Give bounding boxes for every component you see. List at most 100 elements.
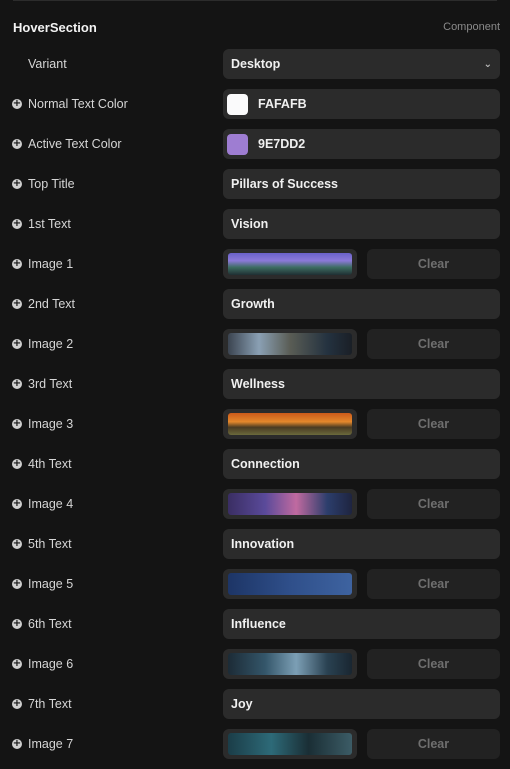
text-value-3: Wellness <box>231 377 285 391</box>
image-thumbnail <box>228 573 352 595</box>
top-title-row: + Top Title Pillars of Success <box>0 169 510 199</box>
text-label-2: 2nd Text <box>28 297 76 311</box>
property-list: Variant Desktop ⌄ + Normal Text Color FA… <box>0 49 510 769</box>
image-label-5: Image 5 <box>28 577 74 591</box>
text-input-1[interactable]: Vision <box>223 209 500 239</box>
plus-circle-icon[interactable]: + <box>12 739 22 749</box>
text-label-3: 3rd Text <box>28 377 73 391</box>
image-row-5: + Image 5 Clear <box>0 569 510 599</box>
top-title-value: Pillars of Success <box>231 177 339 191</box>
image-picker-1[interactable] <box>223 249 357 279</box>
image-row-1: + Image 1 Clear <box>0 249 510 279</box>
top-title-label: Top Title <box>28 177 75 191</box>
image-row-2: + Image 2 Clear <box>0 329 510 359</box>
text-label-4: 4th Text <box>28 457 72 471</box>
image-picker-3[interactable] <box>223 409 357 439</box>
text-row-6: + 6th Text Influence <box>0 609 510 639</box>
chevron-down-icon: ⌄ <box>483 58 492 70</box>
plus-circle-icon[interactable]: + <box>12 699 22 709</box>
top-title-input[interactable]: Pillars of Success <box>223 169 500 199</box>
image-row-3: + Image 3 Clear <box>0 409 510 439</box>
plus-circle-icon[interactable]: + <box>12 99 22 109</box>
clear-button-7[interactable]: Clear <box>367 729 500 759</box>
plus-circle-icon[interactable]: + <box>12 139 22 149</box>
variant-select[interactable]: Desktop ⌄ <box>223 49 500 79</box>
plus-circle-icon[interactable]: + <box>12 499 22 509</box>
color-swatch[interactable] <box>227 133 248 155</box>
plus-circle-icon[interactable]: + <box>12 299 22 309</box>
clear-button-6[interactable]: Clear <box>367 649 500 679</box>
color-swatch[interactable] <box>227 93 248 115</box>
section-title: HoverSection <box>13 19 97 35</box>
active-text-color-label: Active Text Color <box>28 137 122 151</box>
plus-circle-icon[interactable]: + <box>12 339 22 349</box>
text-label-1: 1st Text <box>28 217 71 231</box>
plus-circle-icon[interactable]: + <box>12 219 22 229</box>
image-picker-6[interactable] <box>223 649 357 679</box>
text-value-7: Joy <box>231 697 253 711</box>
text-value-1: Vision <box>231 217 269 231</box>
clear-button-4[interactable]: Clear <box>367 489 500 519</box>
image-label-2: Image 2 <box>28 337 74 351</box>
image-row-7: + Image 7 Clear <box>0 729 510 759</box>
text-input-6[interactable]: Influence <box>223 609 500 639</box>
text-row-1: + 1st Text Vision <box>0 209 510 239</box>
text-row-3: + 3rd Text Wellness <box>0 369 510 399</box>
clear-button-3[interactable]: Clear <box>367 409 500 439</box>
plus-circle-icon[interactable]: + <box>12 619 22 629</box>
image-thumbnail <box>228 493 352 515</box>
image-label-6: Image 6 <box>28 657 74 671</box>
normal-text-color-field[interactable]: FAFAFB <box>223 89 500 119</box>
image-picker-5[interactable] <box>223 569 357 599</box>
text-label-6: 6th Text <box>28 617 72 631</box>
image-row-6: + Image 6 Clear <box>0 649 510 679</box>
text-input-4[interactable]: Connection <box>223 449 500 479</box>
active-text-color-row: + Active Text Color 9E7DD2 <box>0 129 510 159</box>
image-picker-7[interactable] <box>223 729 357 759</box>
plus-circle-icon[interactable]: + <box>12 379 22 389</box>
text-row-7: + 7th Text Joy <box>0 689 510 719</box>
clear-button-2[interactable]: Clear <box>367 329 500 359</box>
image-picker-2[interactable] <box>223 329 357 359</box>
text-input-2[interactable]: Growth <box>223 289 500 319</box>
image-thumbnail <box>228 653 352 675</box>
image-row-4: + Image 4 Clear <box>0 489 510 519</box>
variant-label: Variant <box>28 57 67 71</box>
text-row-5: + 5th Text Innovation <box>0 529 510 559</box>
text-input-7[interactable]: Joy <box>223 689 500 719</box>
text-value-2: Growth <box>231 297 275 311</box>
variant-value: Desktop <box>231 57 281 71</box>
section-type-tag: Component <box>443 21 500 33</box>
plus-circle-icon[interactable]: + <box>12 419 22 429</box>
text-input-3[interactable]: Wellness <box>223 369 500 399</box>
image-thumbnail <box>228 333 352 355</box>
text-input-5[interactable]: Innovation <box>223 529 500 559</box>
text-value-4: Connection <box>231 457 300 471</box>
plus-circle-icon[interactable]: + <box>12 259 22 269</box>
image-thumbnail <box>228 413 352 435</box>
active-text-color-value: 9E7DD2 <box>258 137 306 151</box>
plus-circle-icon[interactable]: + <box>12 179 22 189</box>
normal-text-color-row: + Normal Text Color FAFAFB <box>0 89 510 119</box>
section-header: HoverSection Component <box>13 17 500 37</box>
top-divider <box>13 0 497 1</box>
text-label-5: 5th Text <box>28 537 72 551</box>
text-value-6: Influence <box>231 617 286 631</box>
image-label-4: Image 4 <box>28 497 74 511</box>
plus-circle-icon[interactable]: + <box>12 539 22 549</box>
clear-button-5[interactable]: Clear <box>367 569 500 599</box>
active-text-color-field[interactable]: 9E7DD2 <box>223 129 500 159</box>
clear-button-1[interactable]: Clear <box>367 249 500 279</box>
variant-row: Variant Desktop ⌄ <box>0 49 510 79</box>
image-picker-4[interactable] <box>223 489 357 519</box>
plus-circle-icon[interactable]: + <box>12 659 22 669</box>
image-label-3: Image 3 <box>28 417 74 431</box>
plus-circle-icon[interactable]: + <box>12 579 22 589</box>
image-thumbnail <box>228 733 352 755</box>
text-row-4: + 4th Text Connection <box>0 449 510 479</box>
text-label-7: 7th Text <box>28 697 72 711</box>
image-label-7: Image 7 <box>28 737 74 751</box>
image-thumbnail <box>228 253 352 275</box>
text-row-2: + 2nd Text Growth <box>0 289 510 319</box>
plus-circle-icon[interactable]: + <box>12 459 22 469</box>
